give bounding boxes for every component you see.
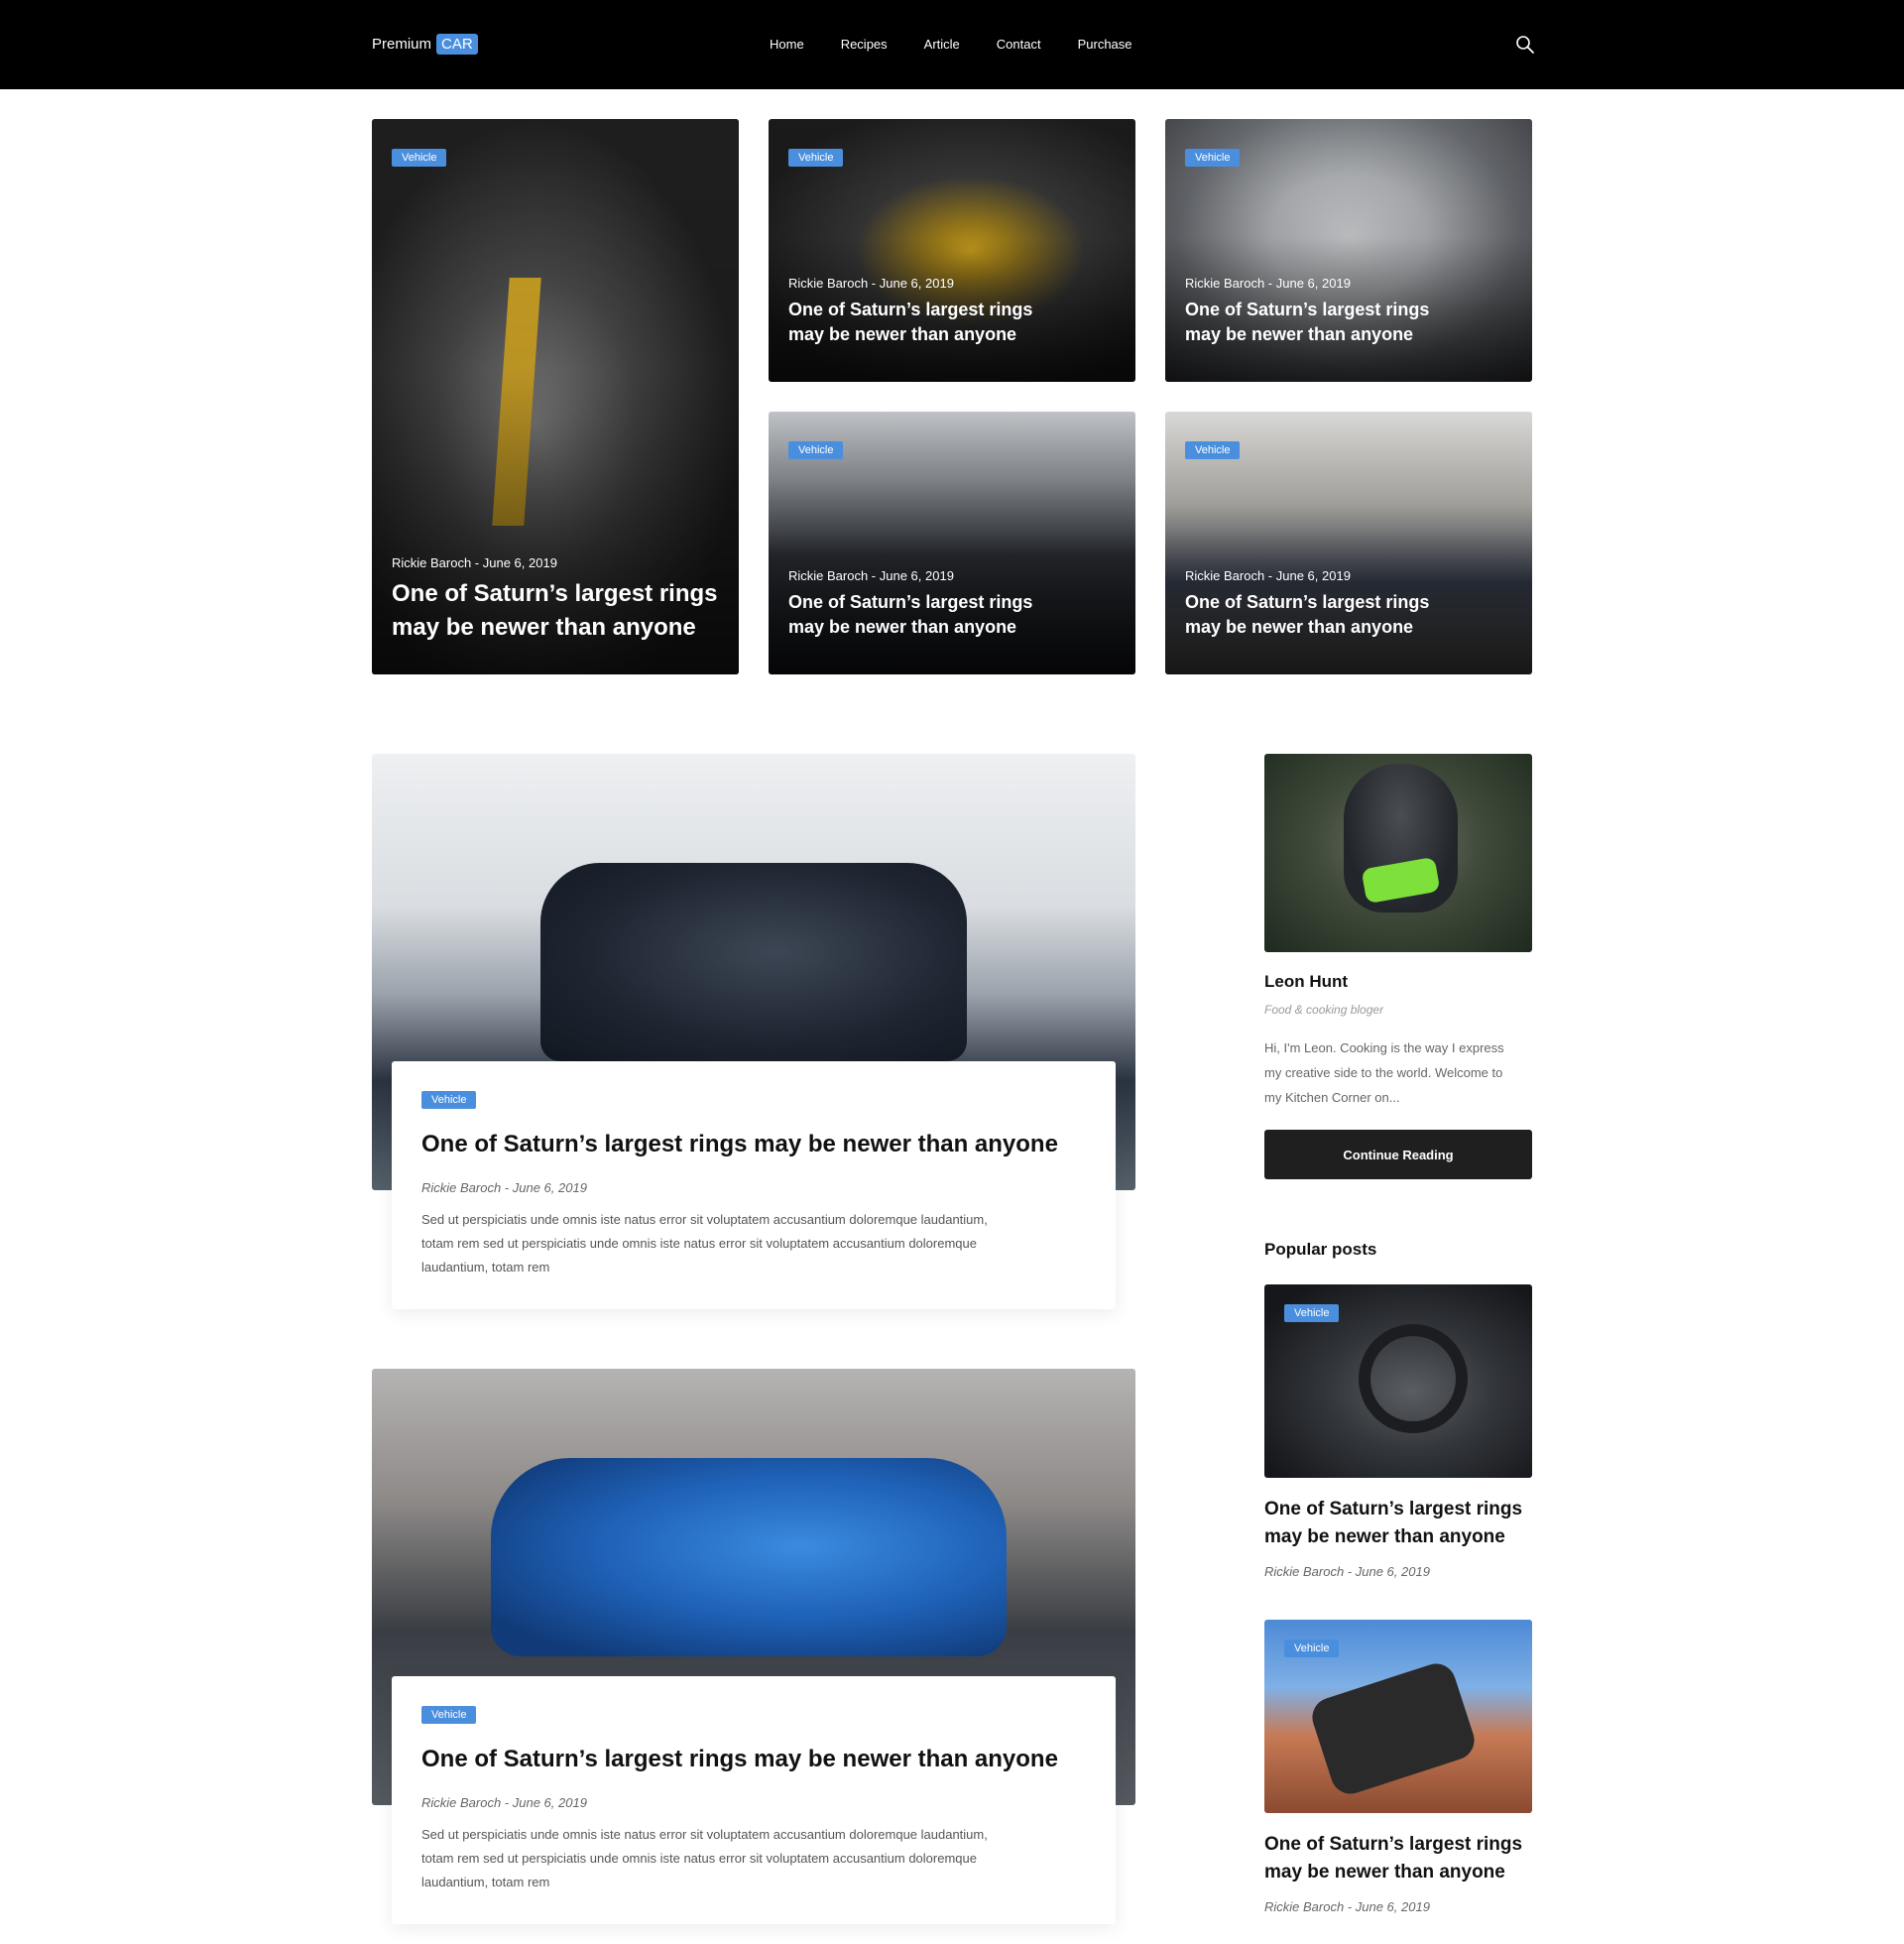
category-badge[interactable]: Vehicle (1185, 441, 1241, 459)
nav-recipes[interactable]: Recipes (841, 37, 888, 52)
popular-post-image[interactable]: Vehicle (1264, 1620, 1532, 1813)
bio-line: my creative side to the world. Welcome t… (1264, 1065, 1503, 1080)
author-name: Leon Hunt (1264, 972, 1349, 991)
post-excerpt: Sed ut perspiciatis unde omnis iste natu… (421, 1208, 1036, 1279)
popular-post-title[interactable]: One of Saturn’s largest rings may be new… (1264, 1831, 1532, 1886)
category-badge[interactable]: Vehicle (788, 149, 844, 167)
brand-logo[interactable]: Premium CAR (372, 34, 478, 55)
excerpt-line: totam rem sed ut perspiciatis unde omnis… (421, 1236, 977, 1251)
card-meta: Rickie Baroch - June 6, 2019 (788, 568, 954, 583)
featured-card[interactable]: Vehicle Rickie Baroch - June 6, 2019 One… (1165, 119, 1532, 382)
card-title[interactable]: One of Saturn’s largest rings may be new… (1185, 298, 1429, 347)
brand-text: Premium (372, 36, 432, 53)
card-title-line: One of Saturn’s largest rings (788, 592, 1033, 612)
pop-title-line: One of Saturn’s largest rings (1264, 1834, 1523, 1855)
featured-card-large[interactable]: Vehicle Rickie Baroch - June 6, 2019 One… (372, 119, 739, 674)
post-excerpt: Sed ut perspiciatis unde omnis iste natu… (421, 1823, 1036, 1894)
card-title-line: may be newer than anyone (392, 613, 696, 641)
nav-purchase[interactable]: Purchase (1078, 37, 1132, 52)
featured-card[interactable]: Vehicle Rickie Baroch - June 6, 2019 One… (769, 119, 1135, 382)
card-title-line: One of Saturn’s largest rings (1185, 592, 1430, 612)
popular-posts-heading: Popular posts (1264, 1240, 1377, 1259)
post-card: Vehicle One of Saturn’s largest rings ma… (392, 1676, 1116, 1924)
excerpt-line: Sed ut perspiciatis unde omnis iste natu… (421, 1827, 988, 1842)
card-title-line: may be newer than anyone (788, 324, 1017, 345)
card-title[interactable]: One of Saturn’s largest rings may be new… (788, 298, 1032, 347)
popular-post-meta: Rickie Baroch - June 6, 2019 (1264, 1564, 1430, 1579)
category-badge[interactable]: Vehicle (1284, 1640, 1340, 1657)
continue-reading-button[interactable]: Continue Reading (1264, 1130, 1532, 1179)
card-meta: Rickie Baroch - June 6, 2019 (1185, 276, 1351, 291)
bio-line: my Kitchen Corner on... (1264, 1090, 1400, 1105)
nav-home[interactable]: Home (770, 37, 804, 52)
pop-title-line: may be newer than anyone (1264, 1862, 1505, 1883)
popular-post-image[interactable]: Vehicle (1264, 1284, 1532, 1478)
card-title[interactable]: One of Saturn’s largest rings may be new… (788, 590, 1032, 640)
excerpt-line: laudantium, totam rem (421, 1875, 550, 1889)
post-meta: Rickie Baroch - June 6, 2019 (421, 1180, 587, 1195)
post-meta: Rickie Baroch - June 6, 2019 (421, 1795, 587, 1810)
category-badge[interactable]: Vehicle (421, 1706, 477, 1724)
excerpt-line: laudantium, totam rem (421, 1260, 550, 1275)
featured-card[interactable]: Vehicle Rickie Baroch - June 6, 2019 One… (769, 412, 1135, 674)
card-title-line: One of Saturn’s largest rings (392, 580, 718, 607)
card-title-line: One of Saturn’s largest rings (1185, 300, 1430, 319)
author-role: Food & cooking bloger (1264, 1003, 1384, 1017)
pop-title-line: may be newer than anyone (1264, 1526, 1505, 1547)
post-card: Vehicle One of Saturn’s largest rings ma… (392, 1061, 1116, 1309)
card-title[interactable]: One of Saturn’s largest rings may be new… (1185, 590, 1429, 640)
card-title-line: may be newer than anyone (1185, 324, 1414, 345)
excerpt-line: totam rem sed ut perspiciatis unde omnis… (421, 1851, 977, 1866)
post-title[interactable]: One of Saturn’s largest rings may be new… (421, 1131, 1058, 1158)
main-nav: Home Recipes Article Contact Purchase (770, 37, 1132, 52)
category-badge[interactable]: Vehicle (1284, 1304, 1340, 1322)
top-navbar: Premium CAR Home Recipes Article Contact… (0, 0, 1904, 89)
card-meta: Rickie Baroch - June 6, 2019 (1185, 568, 1351, 583)
card-title-line: One of Saturn’s largest rings (788, 300, 1033, 319)
pop-title-line: One of Saturn’s largest rings (1264, 1499, 1523, 1519)
card-title-line: may be newer than anyone (788, 617, 1017, 638)
card-title-line: may be newer than anyone (1185, 617, 1414, 638)
popular-post-meta: Rickie Baroch - June 6, 2019 (1264, 1899, 1430, 1914)
category-badge[interactable]: Vehicle (788, 441, 844, 459)
excerpt-line: Sed ut perspiciatis unde omnis iste natu… (421, 1212, 988, 1227)
card-meta: Rickie Baroch - June 6, 2019 (788, 276, 954, 291)
card-meta: Rickie Baroch - June 6, 2019 (392, 555, 557, 570)
category-badge[interactable]: Vehicle (1185, 149, 1241, 167)
nav-article[interactable]: Article (924, 37, 960, 52)
search-icon[interactable] (1515, 35, 1535, 55)
category-badge[interactable]: Vehicle (421, 1091, 477, 1109)
post-title[interactable]: One of Saturn’s largest rings may be new… (421, 1746, 1058, 1773)
author-bio: Hi, I'm Leon. Cooking is the way I expre… (1264, 1035, 1537, 1110)
author-photo (1264, 754, 1532, 952)
card-title[interactable]: One of Saturn’s largest rings may be new… (392, 577, 718, 644)
featured-card[interactable]: Vehicle Rickie Baroch - June 6, 2019 One… (1165, 412, 1532, 674)
category-badge[interactable]: Vehicle (392, 149, 447, 167)
nav-contact[interactable]: Contact (997, 37, 1041, 52)
brand-badge: CAR (436, 34, 478, 55)
bio-line: Hi, I'm Leon. Cooking is the way I expre… (1264, 1040, 1504, 1055)
popular-post-title[interactable]: One of Saturn’s largest rings may be new… (1264, 1496, 1532, 1551)
